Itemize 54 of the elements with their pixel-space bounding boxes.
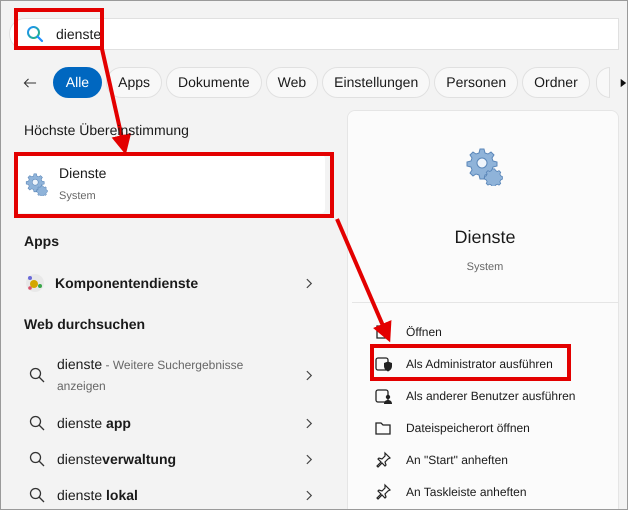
web-result[interactable]: diensteverwaltung — [15, 441, 327, 477]
filter-chip[interactable]: Personen — [434, 67, 518, 98]
action-label: An "Start" anheften — [406, 452, 508, 468]
gear-icon — [465, 146, 505, 186]
detail-subtitle: System — [466, 260, 504, 275]
section-heading: Web durchsuchen — [23, 315, 146, 334]
app-item[interactable]: Komponentendienste — [15, 268, 327, 298]
web-result[interactable]: dienste lokal — [15, 477, 327, 509]
chevron-icon — [306, 278, 313, 288]
pin-icon — [374, 482, 392, 500]
shield-window-icon — [374, 354, 392, 372]
item-subtitle: System — [59, 189, 97, 204]
search-field[interactable]: dienste — [9, 18, 619, 50]
user-window-icon — [374, 386, 392, 404]
result-text: dienste - Weitere Suchergebnisse anzeigen — [57, 355, 244, 395]
search-text: dienste — [56, 24, 104, 44]
result-text: dienste app — [57, 414, 132, 433]
search-icon — [26, 25, 44, 43]
component-icon — [25, 273, 45, 293]
best-match-item[interactable]: Dienste System — [17, 155, 325, 213]
result-text: diensteverwaltung — [57, 450, 178, 469]
action-item[interactable]: Als anderer Benutzer ausführen — [348, 380, 618, 412]
search-icon — [29, 487, 45, 503]
action-label: Als Administrator ausführen — [406, 356, 553, 372]
chevron-icon — [306, 490, 313, 500]
pin-icon — [374, 450, 392, 468]
search-icon — [29, 367, 45, 383]
filter-chip[interactable]: Alle — [52, 67, 102, 98]
web-result[interactable]: dienste app — [15, 405, 327, 441]
search-icon — [29, 415, 45, 431]
chevron-icon — [306, 370, 313, 380]
result-text: dienste lokal — [57, 486, 139, 505]
filter-chip[interactable]: Apps — [106, 67, 162, 98]
chevron-icon — [306, 454, 313, 464]
action-label: Als anderer Benutzer ausführen — [406, 388, 576, 404]
action-label: An Taskleiste anheften — [406, 484, 527, 500]
item-title: Dienste — [59, 164, 106, 184]
detail-title: Dienste — [454, 226, 516, 249]
action-item[interactable]: An "Start" anheften — [348, 444, 618, 476]
web-result[interactable]: dienste - Weitere Suchergebnisse anzeigen — [15, 345, 327, 405]
action-item[interactable]: Als Administrator ausführen — [348, 348, 618, 380]
filter-chip[interactable]: Dokumente — [166, 67, 262, 98]
filter-chip[interactable]: Ordner — [522, 67, 590, 98]
action-item[interactable]: Dateispeicherort öffnen — [348, 412, 618, 444]
filter-chip[interactable]: Einstellungen — [322, 67, 430, 98]
search-icon — [29, 451, 45, 467]
action-label: Öffnen — [406, 324, 442, 340]
filter-chip[interactable]: Web — [266, 67, 318, 98]
item-label: Komponentendienste — [55, 274, 200, 293]
gear-icon — [25, 172, 49, 196]
chevron-icon — [306, 418, 313, 428]
action-label: Dateispeicherort öffnen — [406, 420, 530, 436]
section-heading: Apps — [23, 232, 60, 251]
action-item[interactable]: An Taskleiste anheften — [348, 476, 618, 508]
